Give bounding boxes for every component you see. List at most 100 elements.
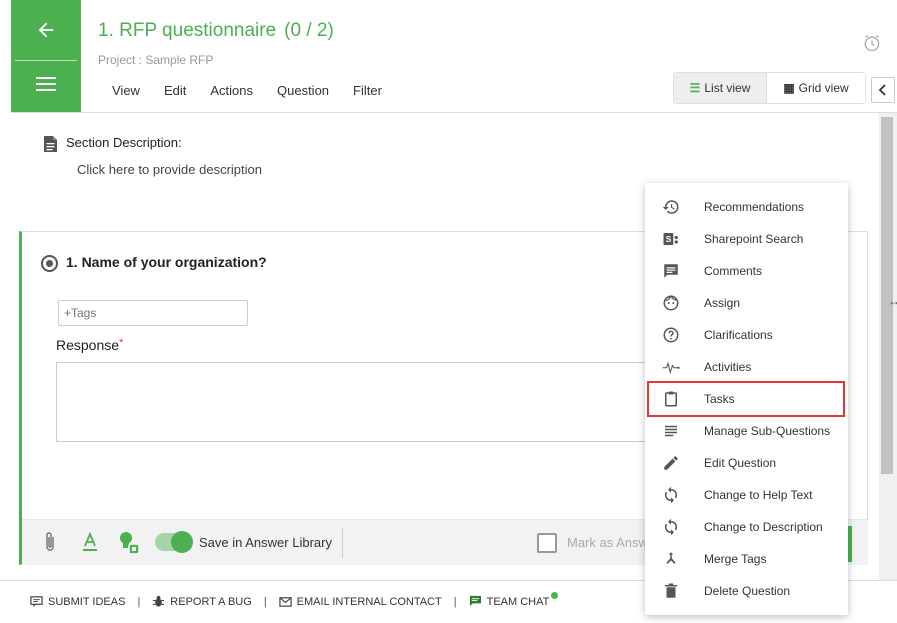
- grid-view-button[interactable]: ▦ Grid view: [767, 73, 865, 103]
- bug-icon: [153, 595, 165, 607]
- footer: SUBMIT IDEAS | REPORT A BUG | EMAIL INTE…: [30, 592, 559, 608]
- resize-handle-icon[interactable]: ↔: [888, 294, 897, 308]
- alarm-clock-icon[interactable]: [862, 33, 882, 53]
- comment-icon: [664, 264, 678, 278]
- menu-item-tasks[interactable]: Tasks: [645, 383, 848, 415]
- section-description-placeholder[interactable]: Click here to provide description: [77, 162, 262, 177]
- menu-item-comments[interactable]: Comments: [645, 255, 848, 287]
- history-icon: [662, 200, 679, 214]
- question-title: 1. Name of your organization?: [66, 254, 267, 270]
- menu-item-merge-tags[interactable]: Merge Tags: [645, 543, 848, 575]
- menu-item-change-to-help-text[interactable]: Change to Help Text: [645, 479, 848, 511]
- required-marker: *: [119, 337, 124, 349]
- hamburger-menu-button[interactable]: [11, 62, 81, 106]
- menu-item-label: Delete Question: [704, 584, 791, 598]
- menu-item-label: Change to Help Text: [704, 488, 813, 502]
- grid-icon: ▦: [783, 81, 795, 95]
- response-textarea[interactable]: [56, 362, 656, 442]
- menu-item-label: Sharepoint Search: [704, 232, 804, 246]
- menu-question[interactable]: Question: [277, 83, 329, 98]
- submit-ideas-link[interactable]: SUBMIT IDEAS: [30, 595, 125, 608]
- menu-item-assign[interactable]: Assign: [645, 287, 848, 319]
- report-bug-link[interactable]: REPORT A BUG: [152, 595, 252, 608]
- app-root: 1. RFP questionnaire (0 / 2) Project : Sa…: [0, 0, 897, 623]
- footer-separator: |: [453, 595, 457, 608]
- face-icon: [663, 295, 679, 311]
- save-library-toggle[interactable]: [155, 531, 193, 553]
- online-status-dot: [551, 592, 559, 599]
- menu-item-label: Assign: [704, 296, 741, 310]
- lightbulb-icon[interactable]: [117, 530, 141, 556]
- document-icon: [44, 136, 57, 152]
- menu-item-label: Edit Question: [704, 456, 777, 470]
- pulse-icon: [662, 361, 680, 375]
- menu-edit[interactable]: Edit: [164, 83, 186, 98]
- menu-item-clarifications[interactable]: Clarifications: [645, 319, 848, 351]
- menu-actions[interactable]: Actions: [210, 83, 253, 98]
- header-divider: [11, 112, 897, 113]
- menu-view[interactable]: View: [112, 83, 140, 98]
- email-contact-label: EMAIL INTERNAL CONTACT: [296, 595, 442, 608]
- submit-ideas-label: SUBMIT IDEAS: [48, 595, 126, 608]
- tags-input[interactable]: [58, 300, 248, 326]
- text-color-icon[interactable]: [82, 532, 98, 552]
- merge-icon: [666, 552, 676, 564]
- back-button[interactable]: [11, 0, 81, 60]
- menu-item-recommendations[interactable]: Recommendations: [645, 191, 848, 223]
- trash-icon: [665, 583, 677, 598]
- menu-item-delete-question[interactable]: Delete Question: [645, 575, 848, 607]
- menu-item-manage-sub-questions[interactable]: Manage Sub-Questions: [645, 415, 848, 447]
- clipboard-icon: [665, 391, 677, 407]
- menu-item-edit-question[interactable]: Edit Question: [645, 447, 848, 479]
- email-contact-link[interactable]: EMAIL INTERNAL CONTACT: [278, 595, 442, 608]
- menu-filter[interactable]: Filter: [353, 83, 382, 98]
- feedback-icon: [30, 596, 43, 608]
- sharepoint-icon: S: [663, 233, 678, 245]
- menu-item-label: Activities: [704, 360, 752, 374]
- question-context-menu: Recommendations S Sharepoint Search Comm…: [645, 183, 848, 615]
- collapse-panel-button[interactable]: [871, 77, 895, 103]
- menu-item-label: Merge Tags: [704, 552, 767, 566]
- toolbar-separator: [342, 528, 343, 558]
- list-view-label: List view: [704, 81, 751, 95]
- hamburger-icon: [36, 77, 56, 91]
- nav-divider: [15, 60, 77, 61]
- menu-item-sharepoint-search[interactable]: S Sharepoint Search: [645, 223, 848, 255]
- menubar: View Edit Actions Question Filter: [112, 83, 406, 98]
- pencil-icon: [664, 456, 678, 470]
- menu-item-activities[interactable]: Activities: [645, 351, 848, 383]
- page-title: 1. RFP questionnaire (0 / 2): [98, 20, 334, 42]
- chevron-left-icon: [878, 84, 886, 96]
- attachment-icon[interactable]: [42, 531, 58, 553]
- footer-separator: |: [263, 595, 267, 608]
- sync-icon: [664, 518, 678, 536]
- arrow-left-icon: [38, 22, 54, 38]
- nav-block: [11, 0, 81, 112]
- grid-view-label: Grid view: [798, 81, 849, 95]
- list-view-button[interactable]: ☰ List view: [674, 73, 767, 103]
- menu-item-change-to-description[interactable]: Change to Description: [645, 511, 848, 543]
- section-description-label: Section Description:: [66, 135, 182, 150]
- save-library-label: Save in Answer Library: [199, 535, 332, 550]
- view-toggle: ☰ List view ▦ Grid view: [673, 72, 866, 104]
- menu-item-label: Tasks: [704, 392, 735, 406]
- question-radio[interactable]: [41, 255, 58, 272]
- menu-item-label: Recommendations: [704, 200, 805, 214]
- project-label: Project : Sample RFP: [98, 53, 214, 67]
- team-chat-label: TEAM CHAT: [486, 595, 550, 608]
- list-icon: ☰: [689, 81, 701, 95]
- report-bug-label: REPORT A BUG: [170, 595, 252, 608]
- envelope-icon: [278, 597, 292, 607]
- menu-item-label: Change to Description: [704, 520, 823, 534]
- team-chat-link[interactable]: TEAM CHAT: [469, 592, 559, 608]
- questionnaire-title: 1. RFP questionnaire: [98, 20, 277, 41]
- mark-answered-checkbox[interactable]: [537, 533, 557, 553]
- menu-item-label: Clarifications: [704, 328, 773, 342]
- response-label-text: Response: [56, 337, 120, 353]
- mark-answered-label: Mark as Answ: [567, 535, 648, 550]
- chat-icon: [469, 595, 481, 607]
- help-circle-icon: [663, 327, 679, 343]
- lines-icon: [665, 425, 677, 437]
- sync-icon: [664, 486, 678, 504]
- response-label: Response*: [56, 337, 123, 353]
